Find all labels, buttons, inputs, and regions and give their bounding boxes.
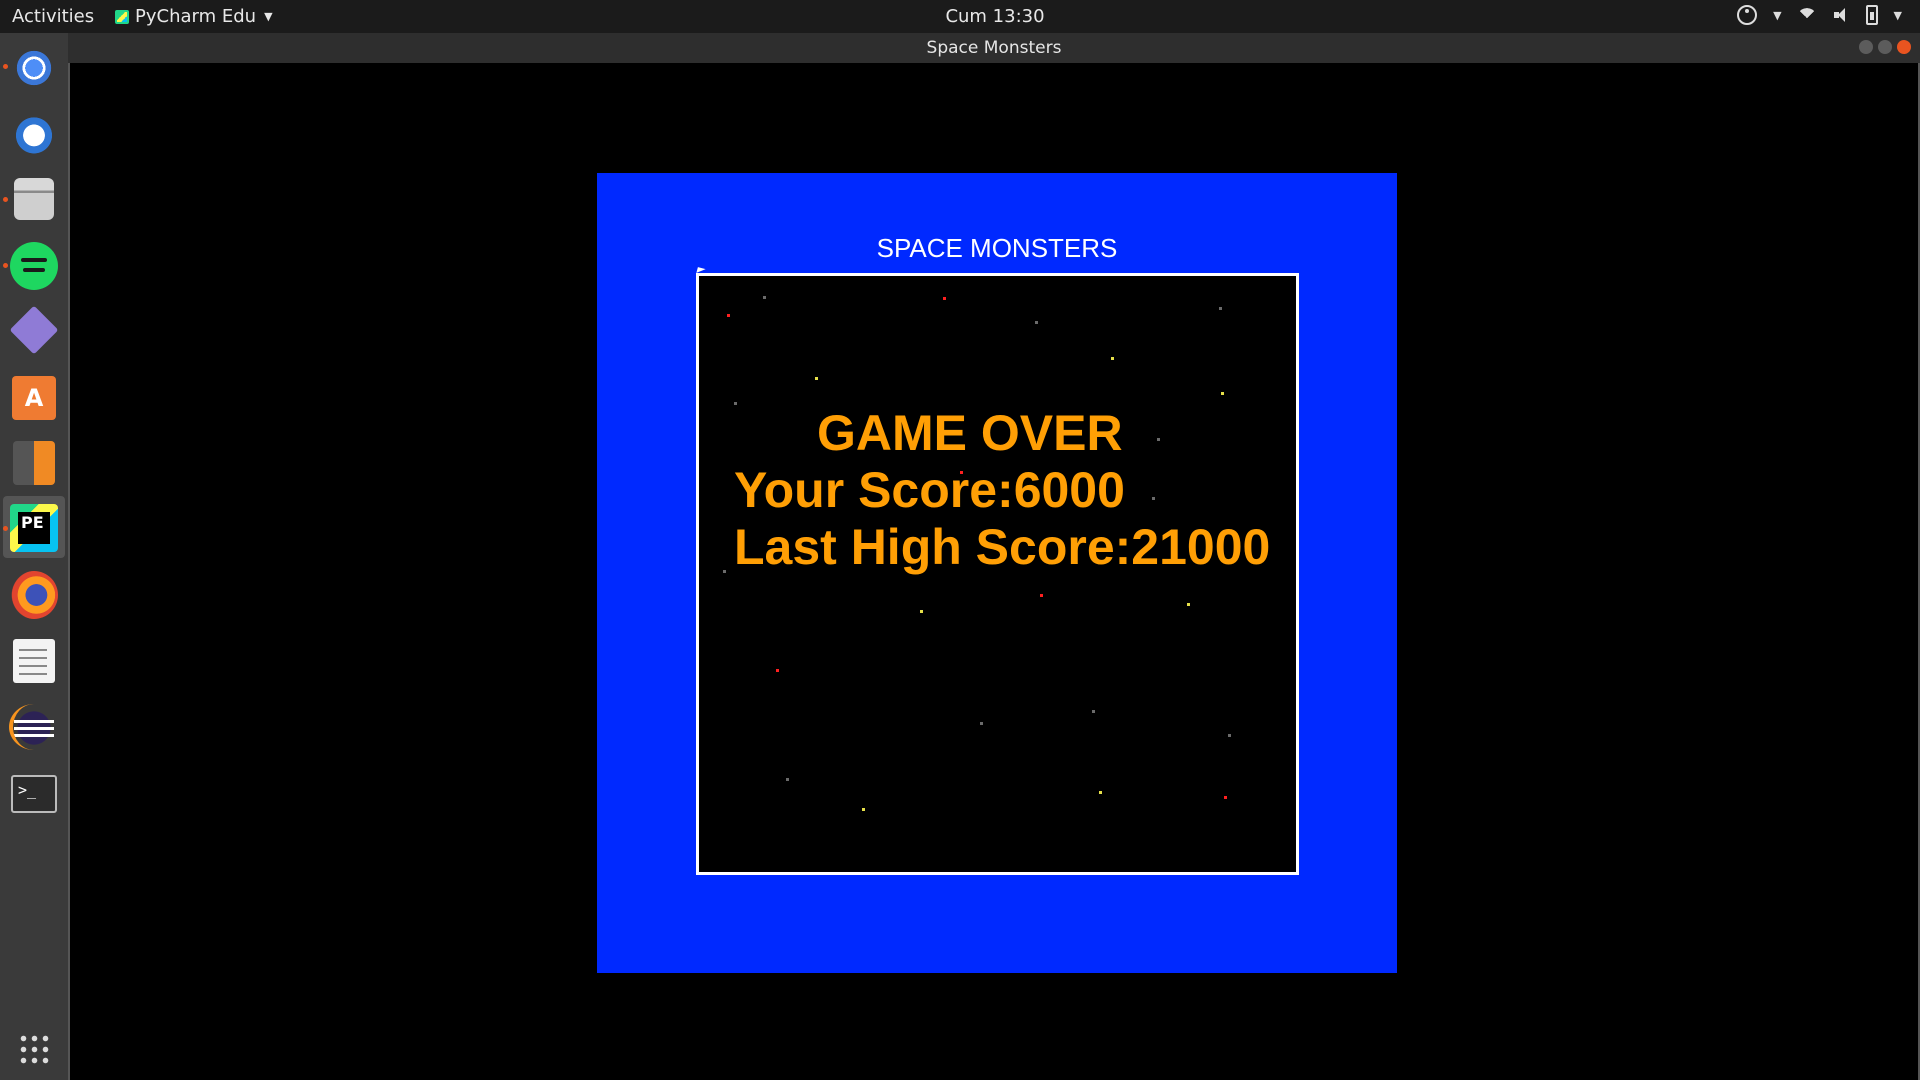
show-applications-icon[interactable] — [18, 1033, 50, 1065]
star — [1152, 497, 1155, 500]
volume-icon[interactable] — [1832, 6, 1852, 24]
text-editor-icon[interactable] — [13, 639, 55, 683]
running-indicator — [3, 64, 8, 69]
chevron-down-icon[interactable]: ▼ — [1773, 9, 1781, 22]
star — [786, 778, 789, 781]
clock[interactable]: Cum 13:30 — [0, 6, 1920, 27]
accessibility-icon[interactable] — [1737, 5, 1758, 25]
eclipse-icon[interactable] — [9, 704, 58, 752]
playfield: GAME OVER Your Score:6000 Last High Scor… — [696, 273, 1299, 875]
score-text: Your Score:6000 — [734, 462, 1125, 518]
star — [1157, 438, 1160, 441]
thunderbird-icon[interactable] — [10, 109, 58, 157]
minimize-button[interactable] — [1859, 40, 1873, 54]
chevron-down-icon[interactable]: ▼ — [1894, 9, 1902, 22]
star — [1035, 321, 1038, 324]
window-titlebar[interactable]: Space Monsters — [68, 33, 1920, 63]
calculator-icon[interactable] — [13, 441, 55, 485]
running-indicator — [3, 263, 8, 268]
close-button[interactable] — [1897, 40, 1911, 54]
star — [1040, 594, 1043, 597]
star — [1092, 710, 1095, 713]
terminal-icon[interactable] — [11, 775, 57, 813]
star — [1219, 307, 1222, 310]
star — [763, 296, 766, 299]
maximize-button[interactable] — [1878, 40, 1892, 54]
star — [727, 314, 730, 317]
wifi-icon[interactable] — [1796, 6, 1818, 24]
top-bar: Activities PyCharm Edu ▼ Cum 13:30 ▼ ▼ — [0, 0, 1920, 33]
star — [815, 377, 818, 380]
star — [1099, 791, 1102, 794]
chrome-icon[interactable] — [10, 44, 58, 92]
star — [1224, 796, 1227, 799]
star — [943, 297, 946, 300]
star — [776, 669, 779, 672]
game-over-text: GAME OVER — [817, 405, 1123, 461]
star — [920, 610, 923, 613]
software-store-icon[interactable] — [12, 376, 56, 420]
battery-icon[interactable] — [1865, 5, 1878, 25]
system-tray[interactable]: ▼ ▼ — [1737, 5, 1902, 25]
star — [723, 570, 726, 573]
dock — [0, 33, 68, 1080]
files-icon[interactable] — [14, 178, 54, 220]
game-heading: SPACE MONSTERS — [876, 233, 1118, 263]
firefox-icon[interactable] — [10, 571, 58, 619]
window-title: Space Monsters — [926, 38, 1062, 58]
star — [862, 808, 865, 811]
running-indicator — [3, 526, 8, 531]
star — [734, 402, 737, 405]
star — [1221, 392, 1224, 395]
diamond-app-icon[interactable] — [9, 305, 59, 355]
high-score-text: Last High Score:21000 — [734, 519, 1271, 575]
running-indicator — [3, 197, 8, 202]
spotify-icon[interactable] — [10, 242, 58, 290]
pycharm-edu-icon[interactable] — [10, 504, 58, 552]
star — [980, 722, 983, 725]
star — [1228, 734, 1231, 737]
star — [1187, 603, 1190, 606]
star — [1111, 357, 1114, 360]
